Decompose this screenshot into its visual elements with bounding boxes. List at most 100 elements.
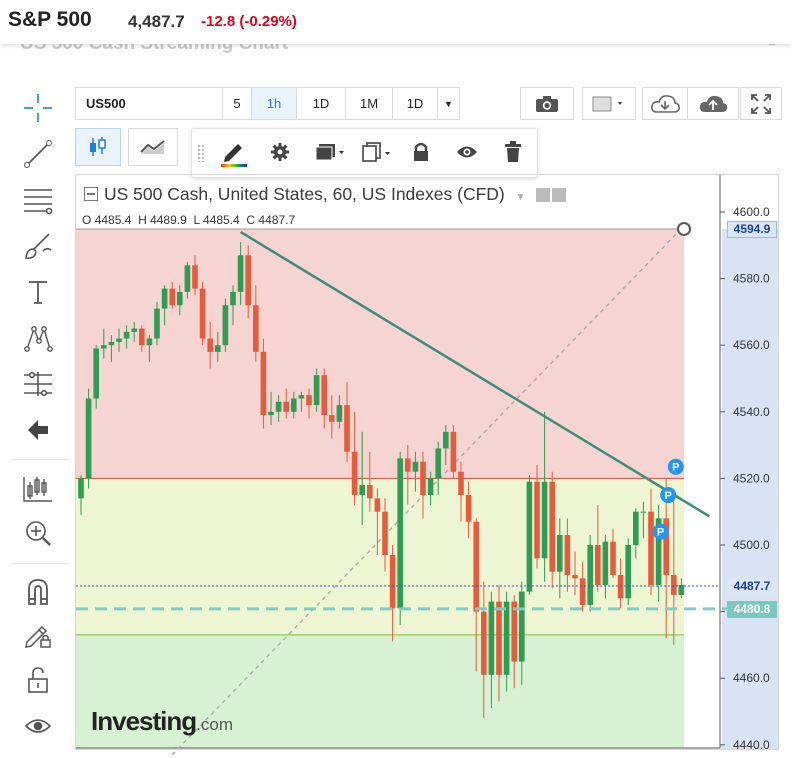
candle-body [351,451,358,496]
pattern-marker-label: P [657,527,664,539]
candle-body [610,541,616,575]
close-label: C [246,213,256,227]
candle-body [481,611,487,675]
candle-body [154,308,160,339]
ohlc-readout: O 4485.4 H 4489.9 L 4485.4 C 4487.7 [82,213,295,227]
candle-body [268,411,274,416]
candle-body [633,511,639,545]
candle-body [313,375,320,406]
candle-body [519,591,525,662]
page-header: S&P 500 4,487.7 -12.8 (-0.29%) [0,0,792,44]
candle-body [640,511,647,513]
price-tick-label: 4440.0 [733,738,770,752]
candle-body [108,341,115,346]
candle-body [443,431,449,449]
symbol-description: US 500 Cash, United States, 60, US Index… [104,184,505,204]
candle-body [260,351,267,416]
candle-body [465,495,472,522]
instrument-name: S&P 500 [8,8,92,31]
candle-body [587,545,593,605]
range-high-tag: 4594.9 [727,220,777,238]
candle-body [336,405,343,422]
candle-body [116,338,122,342]
investing-logo: Investing.com [91,706,233,737]
low-value: 4485.4 [203,213,240,227]
candle-body [283,401,289,412]
legend-caret-icon[interactable]: ▼ [516,192,526,203]
price-tick-label: 4500.0 [733,538,770,552]
high-label: H [138,213,147,227]
price-tick-label: 4460.0 [733,671,770,685]
candle-body [230,291,236,306]
candle-body [503,601,510,675]
candle-body [572,574,578,579]
candle-body [374,498,381,512]
candle-body [541,481,548,559]
candle-body [488,601,495,675]
candle-body [549,481,555,572]
candle-body [389,554,396,609]
price-tick-label: 4560.0 [733,338,770,352]
candle-body [298,395,305,399]
candle-body [329,415,335,422]
logo-main: Investing [91,706,197,736]
collapse-legend-icon[interactable] [84,187,98,201]
instrument-price: 4,487.7 [128,12,185,31]
candle-body [617,574,624,599]
candle-body [450,431,457,472]
candle-body [412,461,419,472]
open-value: 4485.4 [94,213,132,227]
candle-body [671,574,677,595]
candle-body [207,338,213,352]
candle-body [146,338,153,346]
candle-body [435,448,441,479]
candle-body [526,481,533,592]
candle-body [101,345,107,349]
candle-body [382,511,388,555]
chart-legend-title: US 500 Cash, United States, 60, US Index… [84,184,567,205]
candle-body [199,288,206,339]
price-tick-label: 4600.0 [733,205,770,219]
candle-body [237,255,244,292]
candle-body [184,265,191,292]
drawing-handle [677,221,691,236]
candle-body [648,511,654,585]
candle-body [161,288,168,309]
candle-body [192,265,198,289]
candle-body [123,331,130,339]
candle-body [458,471,464,496]
candle-body [93,348,99,399]
candle-body [253,305,259,352]
candle-body [131,328,137,332]
price-tick-label: 4540.0 [733,405,770,419]
candle-body [595,545,601,585]
candle-body [169,288,175,306]
price-tick-label: 4520.0 [733,471,770,485]
candle-body [359,485,365,496]
candle-body [602,541,609,585]
candle-body [245,255,251,306]
candle-body [367,485,373,499]
legend-settings-icon[interactable] [552,188,567,202]
candle-body [306,395,312,406]
candle-body [291,398,297,412]
candle-body [625,545,631,599]
price-chart[interactable]: P P P 4600.0 4580.0 4560.0 4540.0 4520.0 4500.0 4… [0,0,792,758]
candle-body [405,458,411,472]
candle-body [420,461,426,496]
candle-body [427,478,434,496]
price-tick-label: 4580.0 [733,272,770,286]
close-value: 4487.7 [258,213,296,227]
candle-body [215,345,221,352]
candle-body [78,478,84,499]
low-label: L [193,213,200,227]
candle-body [275,401,282,412]
profit-zone-top [76,228,684,479]
candle-body [85,398,92,479]
instrument-change: -12.8 (-0.29%) [201,13,297,30]
legend-visibility-icon[interactable] [536,188,551,202]
candle-body [511,601,517,662]
high-value: 4489.9 [150,213,187,227]
candle-body [139,328,145,346]
candle-body [534,481,540,559]
